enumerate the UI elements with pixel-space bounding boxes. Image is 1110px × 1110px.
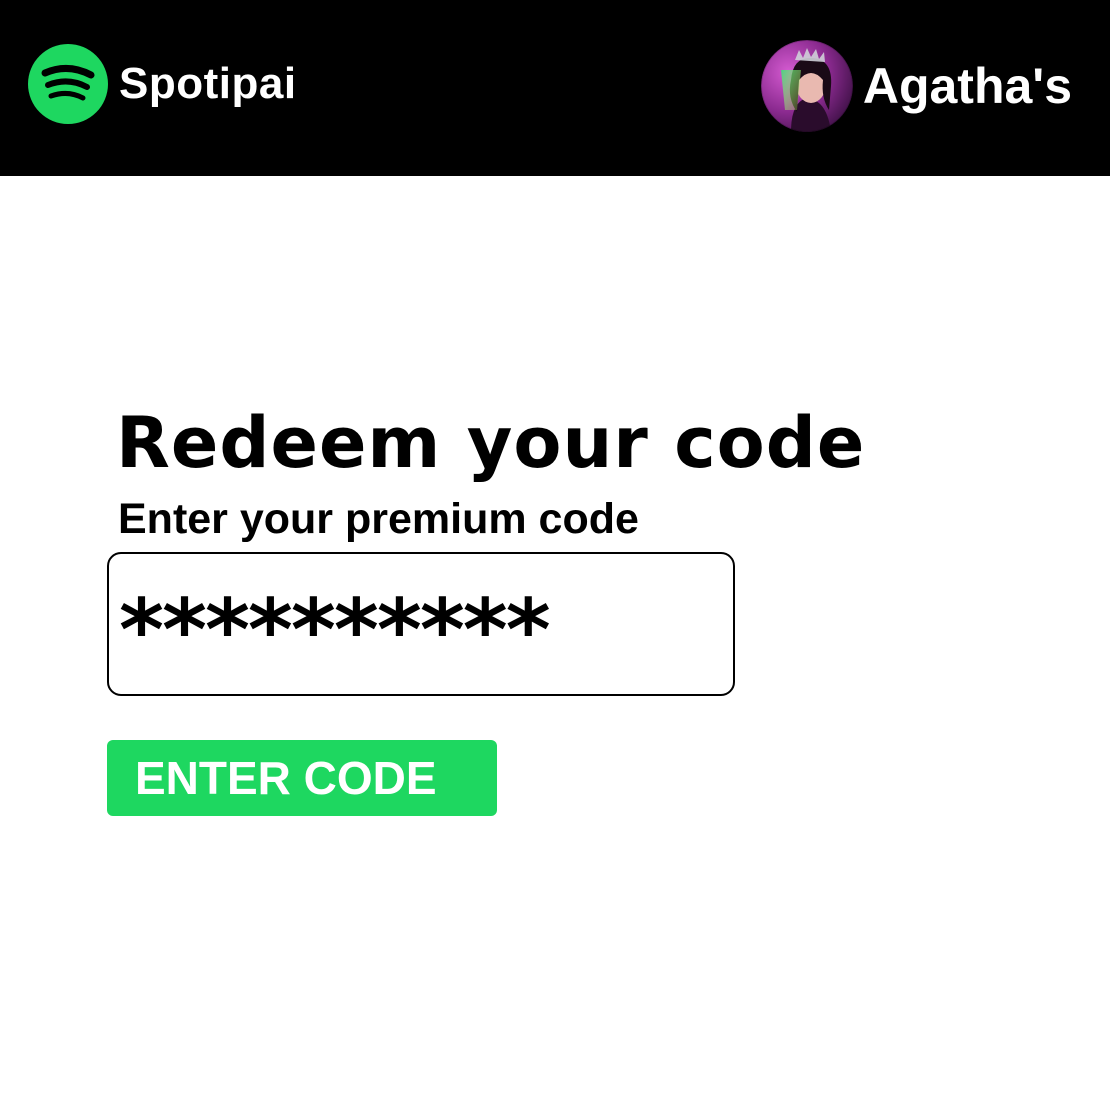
account-menu[interactable]: Agatha's (760, 40, 1072, 132)
brand-home-link[interactable]: Spotipai (28, 44, 297, 124)
account-name: Agatha's (862, 58, 1072, 114)
redeem-panel: Redeem your code Enter your premium code… (0, 176, 1110, 1110)
spotify-logo-icon (28, 44, 108, 124)
top-bar: Spotipai Agatha's (0, 0, 1110, 176)
profile-avatar[interactable] (760, 40, 853, 132)
premium-code-input[interactable] (107, 552, 735, 696)
page-title: Redeem your code (116, 402, 866, 484)
brand-name: Spotipai (119, 59, 297, 108)
code-field-label: Enter your premium code (118, 495, 639, 543)
enter-code-button[interactable]: ENTER CODE (107, 740, 497, 816)
